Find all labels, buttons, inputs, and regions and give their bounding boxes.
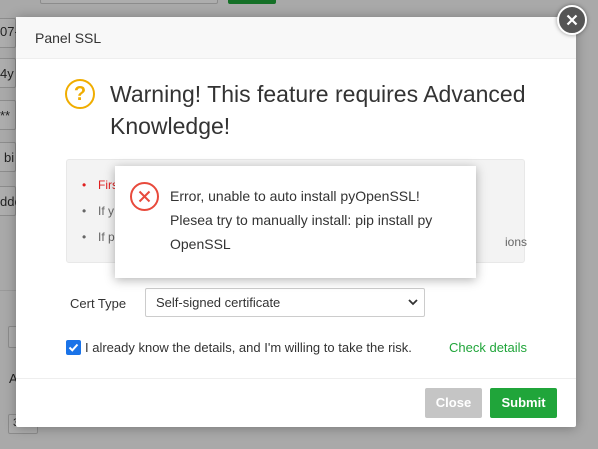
close-icon [566, 14, 578, 26]
cert-type-label: Cert Type [70, 296, 127, 311]
warning-title: Warning! This feature requires Advanced … [110, 81, 526, 139]
dialog-title: Panel SSL [35, 30, 102, 46]
error-x-icon [130, 182, 159, 211]
agree-checkbox[interactable] [66, 340, 81, 355]
tip-item-3-tail: ions [505, 235, 528, 249]
footer-divider [16, 378, 576, 379]
cert-type-select[interactable]: Self-signed certificate [145, 288, 425, 317]
submit-button[interactable]: Submit [490, 388, 557, 418]
error-message: Error, unable to auto install pyOpenSSL!… [170, 188, 433, 252]
close-button[interactable]: Close [425, 388, 482, 418]
cert-type-value: Self-signed certificate [156, 295, 281, 310]
check-details-link[interactable]: Check details [449, 340, 527, 355]
error-popup: Error, unable to auto install pyOpenSSL!… [115, 166, 476, 278]
chevron-down-icon [408, 299, 418, 306]
dialog-close-button[interactable] [557, 5, 587, 35]
agree-label: I already know the details, and I'm will… [85, 340, 412, 355]
dialog-header: Panel SSL [16, 17, 576, 59]
check-icon [68, 343, 79, 352]
question-circle-icon: ? [65, 79, 95, 109]
